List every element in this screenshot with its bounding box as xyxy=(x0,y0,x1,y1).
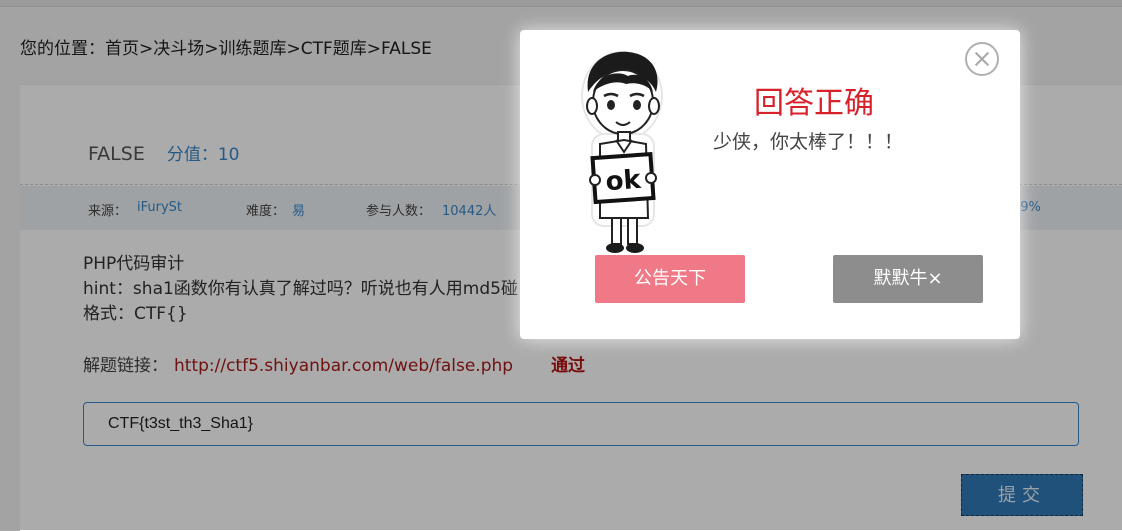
close-icon[interactable] xyxy=(965,42,999,76)
success-modal: ok 回答正确 少侠，你太棒了！！！ 公告天下 默默牛× xyxy=(520,30,1020,339)
modal-message: 少侠，你太棒了！！！ xyxy=(713,131,904,153)
modal-title: 回答正确 xyxy=(754,86,874,121)
ok-mascot-icon: ok xyxy=(581,51,663,253)
mascot-sign-text: ok xyxy=(605,165,643,197)
quiet-button[interactable]: 默默牛× xyxy=(833,255,983,303)
share-button[interactable]: 公告天下 xyxy=(595,255,745,303)
